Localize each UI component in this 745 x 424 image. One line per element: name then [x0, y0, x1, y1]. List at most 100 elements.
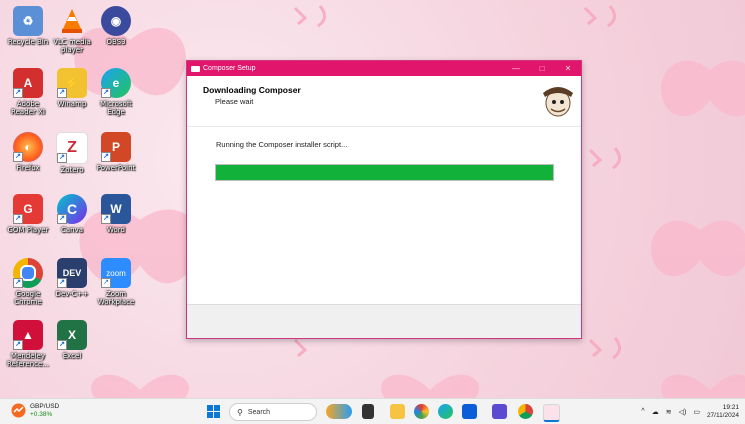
- shortcut-arrow-icon: ↗: [57, 214, 67, 224]
- clock-time: 19:21: [722, 403, 739, 411]
- chrome-icon: ↗: [13, 258, 43, 288]
- desktop-icon-label: Winamp: [57, 100, 87, 108]
- taskbar-store[interactable]: [462, 404, 477, 419]
- winamp-icon: ⚡ ↗: [57, 68, 87, 98]
- desktop-icon-label: VLC media player: [53, 38, 91, 54]
- excel-icon: X ↗: [57, 320, 87, 350]
- desktop-icon-label: Mendeley Reference...: [7, 352, 49, 368]
- status-text: Running the Composer installer script...: [216, 140, 348, 149]
- desktop-icon-winamp[interactable]: ⚡ ↗ Winamp: [50, 68, 94, 108]
- taskbar-composer-setup[interactable]: [543, 404, 560, 422]
- desktop-icon-label: Zotero: [60, 166, 84, 174]
- volume-icon[interactable]: ◁): [679, 408, 687, 416]
- desktop-icon-obs[interactable]: ◉ OBS3: [94, 6, 138, 46]
- maximize-button[interactable]: □: [529, 64, 555, 73]
- powerpoint-icon: P ↗: [101, 132, 131, 162]
- desktop-icon-label: Canva: [60, 226, 84, 234]
- close-button[interactable]: ✕: [555, 64, 581, 73]
- desktop-icon-chrome[interactable]: ↗ Google Chrome: [6, 258, 50, 306]
- desktop-icon-firefox[interactable]: ◐ ↗ Firefox: [6, 132, 50, 172]
- search-placeholder: Search: [247, 408, 271, 416]
- start-button[interactable]: [206, 404, 221, 419]
- shortcut-arrow-icon: ↗: [13, 278, 23, 288]
- desktop-icon-edge[interactable]: e ↗ Microsoft Edge: [94, 68, 138, 116]
- dialog-heading: Downloading Composer: [203, 85, 301, 95]
- windows-logo-icon: [207, 405, 220, 418]
- shortcut-arrow-icon: ↗: [101, 152, 111, 162]
- taskbar: GBP/USD +0.38% ⚲ Search ^ ☁ ≋ ◁) ▭ 19:21…: [0, 398, 745, 424]
- desktop-icon-dev-cpp[interactable]: DEV ↗ Dev-C++: [50, 258, 94, 298]
- widget-market[interactable]: GBP/USD +0.38%: [10, 402, 59, 419]
- shortcut-arrow-icon: ↗: [57, 340, 67, 350]
- taskbar-search-box[interactable]: ⚲ Search: [229, 403, 317, 421]
- desktop-icon-label: Dev-C++: [55, 290, 89, 298]
- desktop-icon-powerpoint[interactable]: P ↗ PowerPoint: [94, 132, 138, 172]
- desktop-icon-label: Excel: [62, 352, 82, 360]
- dev-cpp-icon: DEV ↗: [57, 258, 87, 288]
- taskbar-app-purple[interactable]: [492, 404, 507, 419]
- desktop-icon-label: Microsoft Edge: [100, 100, 132, 116]
- gom-player-icon: G ↗: [13, 194, 43, 224]
- desktop-icon-recycle-bin[interactable]: ♻ Recycle Bin: [6, 6, 50, 46]
- desktop-icon-excel[interactable]: X ↗ Excel: [50, 320, 94, 360]
- progress-bar: [215, 164, 554, 181]
- desktop-icon-label: OBS3: [106, 38, 126, 46]
- desktop-icon-label: Google Chrome: [14, 290, 42, 306]
- desktop-icon-gom-player[interactable]: G ↗ GOM Player: [6, 194, 50, 234]
- system-tray: ^ ☁ ≋ ◁) ▭ 19:21 27/11/2024: [641, 399, 745, 424]
- vlc-icon: [57, 6, 87, 36]
- zotero-icon: Z ↗: [56, 132, 88, 164]
- desktop-icon-zoom[interactable]: zoom ↗ Zoom Workplace: [94, 258, 138, 306]
- mendeley-icon: ▲ ↗: [13, 320, 43, 350]
- desktop-icon-label: Adobe Reader XI: [11, 100, 45, 116]
- market-trend-icon: [11, 403, 26, 418]
- window-titlebar[interactable]: Composer Setup — □ ✕: [187, 61, 581, 76]
- composer-logo-icon: [543, 87, 573, 117]
- taskbar-copilot[interactable]: [326, 404, 352, 419]
- clock-date: 27/11/2024: [706, 411, 739, 419]
- shortcut-arrow-icon: ↗: [101, 214, 111, 224]
- onedrive-icon[interactable]: ☁: [652, 408, 659, 416]
- taskbar-task-view[interactable]: [362, 404, 374, 419]
- taskbar-edge[interactable]: [438, 404, 453, 419]
- dialog-footer: [187, 304, 581, 338]
- shortcut-arrow-icon: ↗: [57, 153, 67, 163]
- window-title: Composer Setup: [203, 65, 256, 72]
- dialog-body: Running the Composer installer script...: [187, 126, 581, 314]
- dialog-header: Downloading Composer Please wait: [187, 76, 581, 126]
- desktop-icon-vlc[interactable]: VLC media player: [50, 6, 94, 54]
- obs-icon: ◉: [101, 6, 131, 36]
- minimize-button[interactable]: —: [503, 64, 529, 73]
- shortcut-arrow-icon: ↗: [57, 88, 67, 98]
- firefox-icon: ◐ ↗: [13, 132, 43, 162]
- shortcut-arrow-icon: ↗: [13, 152, 23, 162]
- taskbar-file-explorer[interactable]: [390, 404, 405, 419]
- desktop-icon-word[interactable]: W ↗ Word: [94, 194, 138, 234]
- adobe-reader-icon: A ↗: [13, 68, 43, 98]
- search-icon: ⚲: [237, 407, 243, 417]
- desktop-icon-label: Zoom Workplace: [97, 290, 135, 306]
- desktop-icon-adobe-reader[interactable]: A ↗ Adobe Reader XI: [6, 68, 50, 116]
- canva-icon: C ↗: [57, 194, 87, 224]
- desktop-icon-canva[interactable]: C ↗ Canva: [50, 194, 94, 234]
- progress-bar-fill: [216, 165, 553, 180]
- taskbar-app-colors[interactable]: [414, 404, 429, 419]
- wifi-icon[interactable]: ≋: [666, 408, 672, 416]
- shortcut-arrow-icon: ↗: [13, 214, 23, 224]
- battery-icon[interactable]: ▭: [693, 408, 700, 416]
- shortcut-arrow-icon: ↗: [13, 340, 23, 350]
- dialog-subheading: Please wait: [215, 97, 254, 106]
- desktop-icon-label: Firefox: [16, 164, 40, 172]
- edge-icon: e ↗: [101, 68, 131, 98]
- taskbar-chrome[interactable]: [518, 404, 533, 419]
- shortcut-arrow-icon: ↗: [101, 88, 111, 98]
- desktop-icon-zotero[interactable]: Z ↗ Zotero: [50, 132, 94, 174]
- shortcut-arrow-icon: ↗: [101, 278, 111, 288]
- chevron-up-icon[interactable]: ^: [641, 408, 644, 415]
- desktop-icon-label: PowerPoint: [96, 164, 136, 172]
- taskbar-clock[interactable]: 19:21 27/11/2024: [707, 404, 739, 420]
- desktop-icon-label: GOM Player: [7, 226, 49, 234]
- desktop-icon-mendeley[interactable]: ▲ ↗ Mendeley Reference...: [6, 320, 50, 368]
- desktop-icon-label: Word: [107, 226, 125, 234]
- shortcut-arrow-icon: ↗: [57, 278, 67, 288]
